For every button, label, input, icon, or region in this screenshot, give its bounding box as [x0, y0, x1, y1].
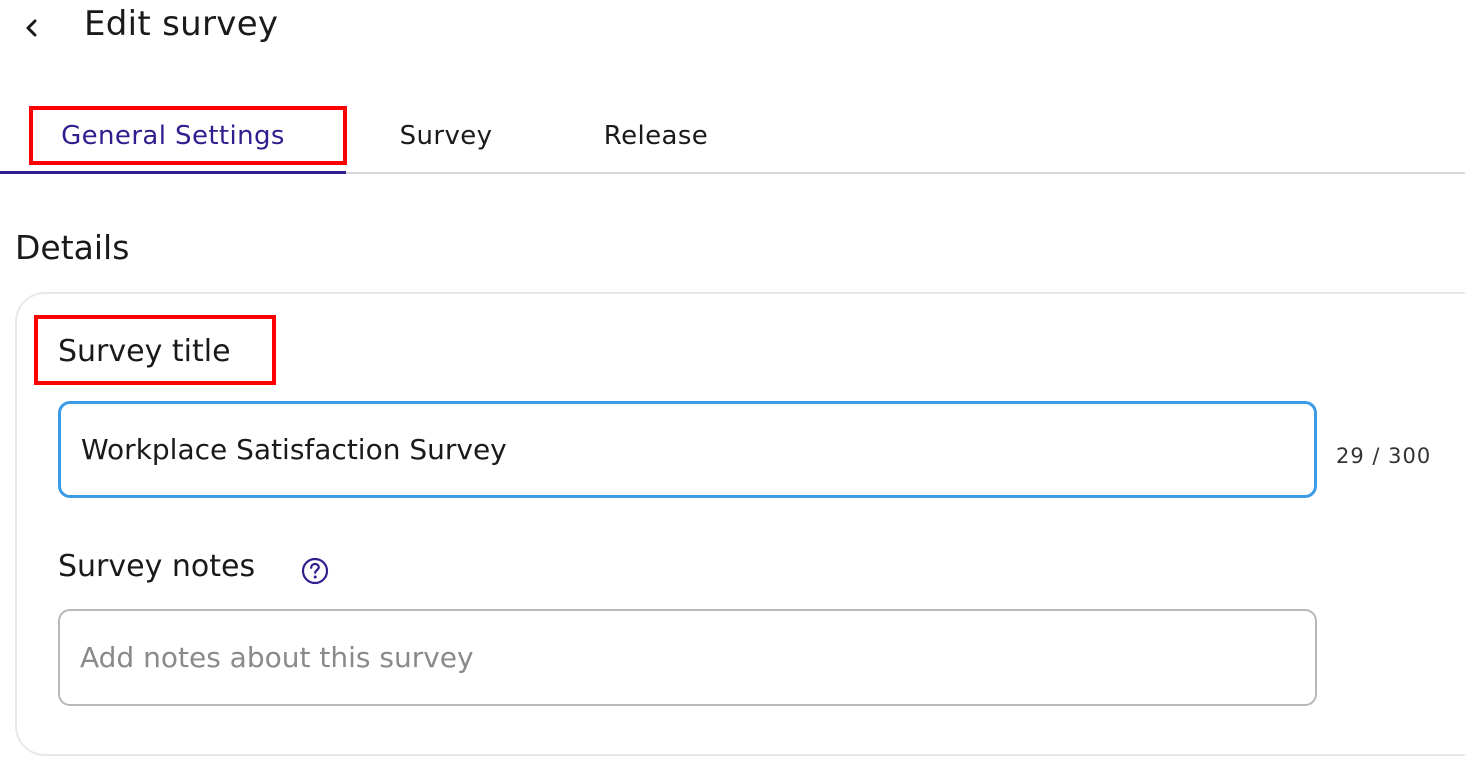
tab-general-settings[interactable]: General Settings [0, 100, 346, 172]
section-title-details: Details [15, 228, 130, 267]
page-header: Edit survey [0, 0, 1465, 60]
tab-survey[interactable]: Survey [346, 100, 546, 172]
survey-title-label: Survey title [58, 334, 231, 369]
survey-notes-input[interactable] [58, 609, 1317, 706]
tab-bar: General Settings Survey Release [0, 100, 1465, 174]
survey-title-input[interactable] [58, 401, 1317, 498]
character-count: 29 / 300 [1336, 444, 1432, 468]
page-title: Edit survey [84, 4, 279, 44]
survey-notes-label: Survey notes [58, 549, 256, 584]
active-tab-indicator [0, 171, 346, 174]
chevron-left-icon [26, 19, 37, 37]
tab-release[interactable]: Release [556, 100, 756, 172]
back-button[interactable] [14, 10, 50, 46]
help-circle-icon[interactable] [300, 556, 330, 586]
